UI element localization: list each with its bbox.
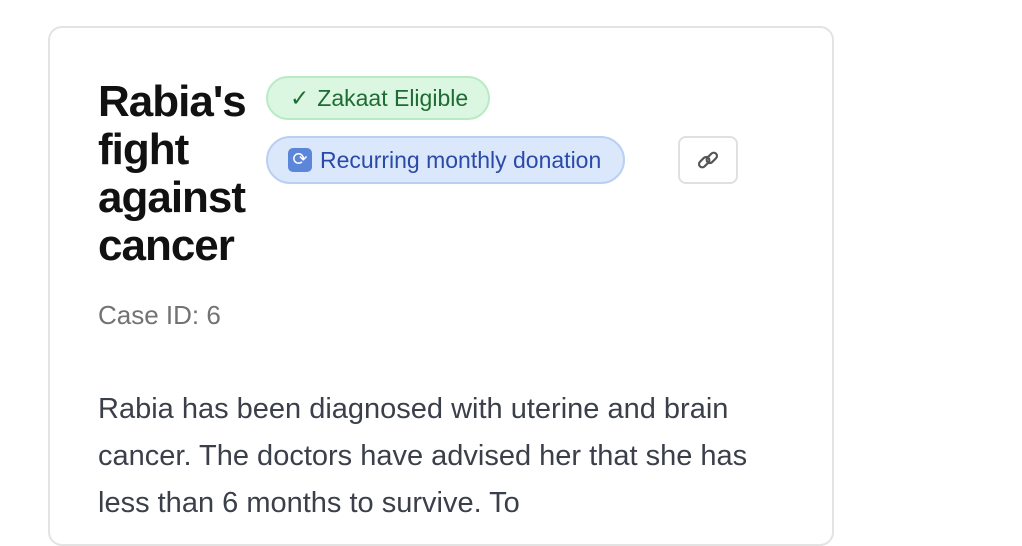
repeat-icon: ⟳	[288, 148, 312, 172]
campaign-title: Rabia's fight against cancer	[98, 77, 247, 270]
recurring-badge-label: Recurring monthly donation	[320, 146, 602, 173]
link-icon	[697, 151, 719, 169]
zakaat-eligible-badge: ✓ Zakaat Eligible	[266, 76, 491, 120]
recurring-donation-badge: ⟳ Recurring monthly donation	[266, 136, 626, 184]
copy-link-button[interactable]	[678, 136, 738, 184]
checkmark-icon: ✓	[290, 84, 310, 111]
campaign-description: Rabia has been diagnosed with uterine an…	[98, 393, 748, 519]
case-id: Case ID: 6	[98, 300, 221, 330]
zakaat-badge-label: Zakaat Eligible	[317, 84, 469, 111]
